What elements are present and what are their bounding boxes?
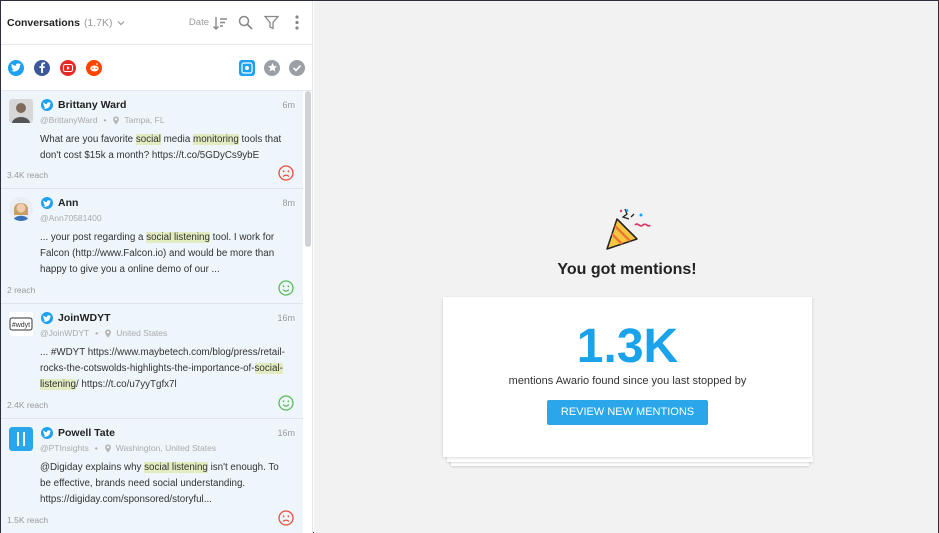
avatar: [9, 99, 33, 123]
mention-item[interactable]: #wdyt JoinWDYT 16m @JoinWDYT • United St…: [1, 304, 303, 419]
positive-sentiment-icon[interactable]: [278, 395, 294, 411]
mention-text: What are you favorite social media monit…: [40, 134, 282, 161]
network-filter-bar: [1, 45, 312, 91]
mention-item[interactable]: Ann 8m @Ann70581400 ... your post regard…: [1, 189, 303, 304]
mention-time: 16m: [277, 428, 295, 438]
headline: You got mentions!: [557, 261, 697, 278]
scrollbar-thumb[interactable]: [305, 91, 311, 247]
author-handle[interactable]: @JoinWDYT: [40, 328, 89, 338]
twitter-icon: [41, 312, 53, 324]
author-location: Tampa, FL: [124, 115, 165, 125]
reach-count: 2.4K reach: [7, 400, 49, 410]
svg-text:#wdyt: #wdyt: [12, 322, 30, 329]
mention-text: ... #WDYT https://www.maybetech.com/blog…: [40, 347, 285, 390]
filter-button[interactable]: [262, 14, 280, 32]
more-vertical-icon: [295, 15, 299, 30]
location-pin-icon: [105, 328, 112, 338]
author-meta: @PTInsights • Washington, United States: [40, 443, 217, 453]
mention-list: Brittany Ward 6m @BrittanyWard • Tampa, …: [1, 91, 303, 533]
positive-sentiment-icon[interactable]: [278, 280, 294, 296]
author-location: United States: [116, 328, 168, 338]
negative-sentiment-icon[interactable]: [278, 510, 294, 526]
reddit-filter-icon[interactable]: [86, 59, 102, 76]
mention-item[interactable]: Brittany Ward 6m @BrittanyWard • Tampa, …: [1, 91, 303, 189]
chevron-down-icon[interactable]: [116, 18, 126, 28]
reach-count: 2 reach: [7, 285, 36, 295]
reach-count: 3.4K reach: [7, 170, 49, 180]
youtube-filter-icon[interactable]: [60, 59, 76, 76]
conversations-count: (1.7K): [83, 16, 113, 29]
location-pin-icon: [104, 443, 111, 453]
avatar: [9, 427, 33, 451]
review-new-mentions-button[interactable]: REVIEW NEW MENTIONS: [547, 400, 708, 425]
author-meta: @JoinWDYT • United States: [40, 328, 168, 338]
author-handle[interactable]: @PTInsights: [40, 443, 89, 453]
reach-count: 1.5K reach: [7, 515, 49, 525]
mention-time: 8m: [282, 198, 295, 208]
mention-time: 6m: [282, 100, 295, 110]
star-icon: [267, 62, 277, 72]
sort-label[interactable]: Date: [189, 17, 209, 28]
party-popper-icon: [606, 208, 651, 250]
facebook-filter-icon[interactable]: [34, 59, 50, 76]
check-icon: [292, 64, 302, 72]
new-mentions-count: 1.3K: [576, 320, 679, 373]
unread-filter-button[interactable]: [239, 59, 255, 76]
sort-icon[interactable]: [212, 15, 228, 31]
search-button[interactable]: [236, 14, 254, 32]
mention-text: ... your post regarding a social listeni…: [40, 232, 275, 275]
more-options-button[interactable]: [288, 14, 306, 32]
author-handle[interactable]: @BrittanyWard: [40, 115, 97, 125]
starred-filter-button[interactable]: [264, 59, 280, 76]
author-name[interactable]: JoinWDYT: [58, 312, 111, 324]
twitter-icon: [41, 99, 53, 111]
twitter-icon: [41, 427, 53, 439]
mentions-summary-panel: You got mentions! 1.3K mentions Awario f…: [314, 1, 938, 533]
mention-item[interactable]: Powell Tate 16m @PTInsights • Washington…: [1, 419, 303, 533]
author-handle[interactable]: @Ann70581400: [40, 213, 102, 223]
done-filter-button[interactable]: [289, 59, 305, 76]
location-pin-icon: [113, 115, 120, 125]
author-meta: @Ann70581400: [40, 213, 102, 223]
conversations-toolbar: Conversations (1.7K) Date: [1, 1, 312, 45]
author-location: Washington, United States: [115, 443, 217, 453]
author-name[interactable]: Powell Tate: [58, 427, 115, 439]
author-meta: @BrittanyWard • Tampa, FL: [40, 115, 165, 125]
avatar: #wdyt: [9, 312, 33, 336]
search-icon: [238, 15, 253, 30]
new-mentions-subtitle: mentions Awario found since you last sto…: [508, 375, 747, 387]
mention-text: @Digiday explains why social listening i…: [40, 462, 279, 505]
mentions-card: 1.3K mentions Awario found since you las…: [443, 297, 812, 457]
conversations-title[interactable]: Conversations: [7, 17, 80, 29]
filter-icon: [263, 15, 279, 30]
conversations-panel: Conversations (1.7K) Date Brittany Ward …: [1, 1, 313, 533]
inbox-icon: [241, 61, 253, 74]
mention-time: 16m: [277, 313, 295, 323]
twitter-icon: [41, 197, 53, 209]
twitter-filter-icon[interactable]: [8, 59, 24, 76]
negative-sentiment-icon[interactable]: [278, 165, 294, 181]
author-name[interactable]: Brittany Ward: [58, 99, 126, 111]
author-name[interactable]: Ann: [58, 197, 78, 209]
avatar: [9, 197, 33, 221]
